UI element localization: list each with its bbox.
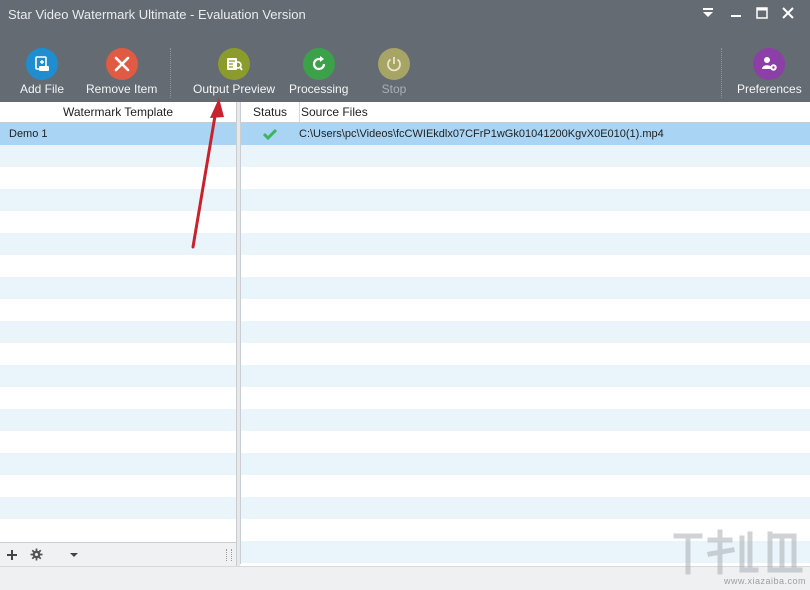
status-bar (0, 566, 810, 590)
add-file-button[interactable]: Add File (20, 48, 64, 96)
power-icon (378, 48, 410, 80)
list-row-empty (0, 211, 236, 233)
processing-label: Processing (289, 82, 349, 96)
watermark-template-panel: Watermark Template Demo 1 (0, 102, 237, 566)
list-row-empty (241, 541, 810, 563)
list-row-empty (241, 497, 810, 519)
chevron-down-icon[interactable] (62, 544, 86, 566)
output-preview-button[interactable]: Output Preview (193, 48, 275, 96)
list-row-empty (241, 387, 810, 409)
remove-item-button[interactable]: Remove Item (86, 48, 157, 96)
title-toolbar-area: Star Video Watermark Ultimate - Evaluati… (0, 0, 810, 102)
list-row-empty (241, 453, 810, 475)
list-row-empty (0, 387, 236, 409)
checkmark-icon (263, 128, 277, 140)
watermark-url: www.xiazaiba.com (723, 576, 806, 586)
preferences-label: Preferences (737, 82, 802, 96)
stop-label: Stop (381, 82, 407, 96)
output-preview-label: Output Preview (193, 82, 276, 96)
list-row-empty (241, 145, 810, 167)
list-row-empty (241, 321, 810, 343)
list-row-empty (241, 211, 810, 233)
refresh-icon (302, 48, 335, 80)
list-row-empty (0, 233, 236, 255)
users-gear-icon (753, 48, 786, 80)
list-row-empty (0, 167, 236, 189)
list-row-empty (241, 365, 810, 387)
source-file-path: C:\Users\pc\Videos\fcCWIEkdlx07CFrP1wGk0… (299, 128, 664, 140)
status-cell (241, 128, 299, 140)
list-row-empty (241, 277, 810, 299)
list-row-empty (0, 299, 236, 321)
file-list-header: Status Source Files (241, 102, 810, 123)
list-row-empty (0, 343, 236, 365)
list-row-empty (0, 475, 236, 497)
window-title: Star Video Watermark Ultimate - Evaluati… (8, 7, 306, 22)
list-row-empty (0, 189, 236, 211)
list-row-empty (241, 255, 810, 277)
resize-grip[interactable] (226, 548, 232, 561)
template-toolbar (0, 542, 236, 566)
template-list-header: Watermark Template (0, 102, 236, 123)
source-files-column-header[interactable]: Source Files (300, 102, 368, 122)
source-files-panel: Status Source Files C:\Users\pc\Videos\f… (240, 102, 810, 564)
list-row-empty (241, 299, 810, 321)
list-row-empty (0, 365, 236, 387)
list-row-empty (0, 321, 236, 343)
list-row-empty (0, 497, 236, 519)
watermark-template-header[interactable]: Watermark Template (0, 102, 236, 122)
add-file-label: Add File (20, 82, 65, 96)
toolbar-separator (170, 48, 171, 98)
list-row-empty (0, 431, 236, 453)
processing-button[interactable]: Processing (289, 48, 348, 96)
list-row-empty (241, 409, 810, 431)
preferences-button[interactable]: Preferences (737, 48, 802, 96)
preview-icon (218, 48, 251, 80)
list-row-empty (241, 431, 810, 453)
table-row[interactable]: C:\Users\pc\Videos\fcCWIEkdlx07CFrP1wGk0… (241, 123, 810, 145)
file-list: C:\Users\pc\Videos\fcCWIEkdlx07CFrP1wGk0… (241, 123, 810, 563)
add-template-icon[interactable] (0, 544, 24, 566)
list-row-empty (0, 519, 236, 541)
list-row-empty (241, 343, 810, 365)
template-list: Demo 1 (0, 123, 236, 541)
maximize-icon[interactable] (752, 4, 772, 22)
add-file-icon (26, 48, 59, 80)
list-row-empty (241, 519, 810, 541)
list-row-empty (241, 167, 810, 189)
stop-button[interactable]: Stop (378, 48, 410, 96)
list-row-empty (0, 255, 236, 277)
template-item-label: Demo 1 (9, 128, 48, 140)
list-row-empty (241, 233, 810, 255)
close-icon[interactable] (778, 4, 798, 22)
list-row-empty (0, 453, 236, 475)
remove-icon (105, 48, 138, 80)
gear-icon[interactable] (24, 544, 48, 566)
list-row-empty (0, 145, 236, 167)
list-row-empty (0, 409, 236, 431)
remove-item-label: Remove Item (86, 82, 158, 96)
list-row-empty (241, 475, 810, 497)
toolbar-separator-right (721, 48, 722, 98)
status-column-header[interactable]: Status (241, 102, 300, 122)
template-item[interactable]: Demo 1 (0, 123, 236, 145)
list-row-empty (241, 189, 810, 211)
list-row-empty (0, 277, 236, 299)
minimize-icon[interactable] (726, 4, 746, 22)
menu-dropdown-icon[interactable] (698, 4, 718, 22)
